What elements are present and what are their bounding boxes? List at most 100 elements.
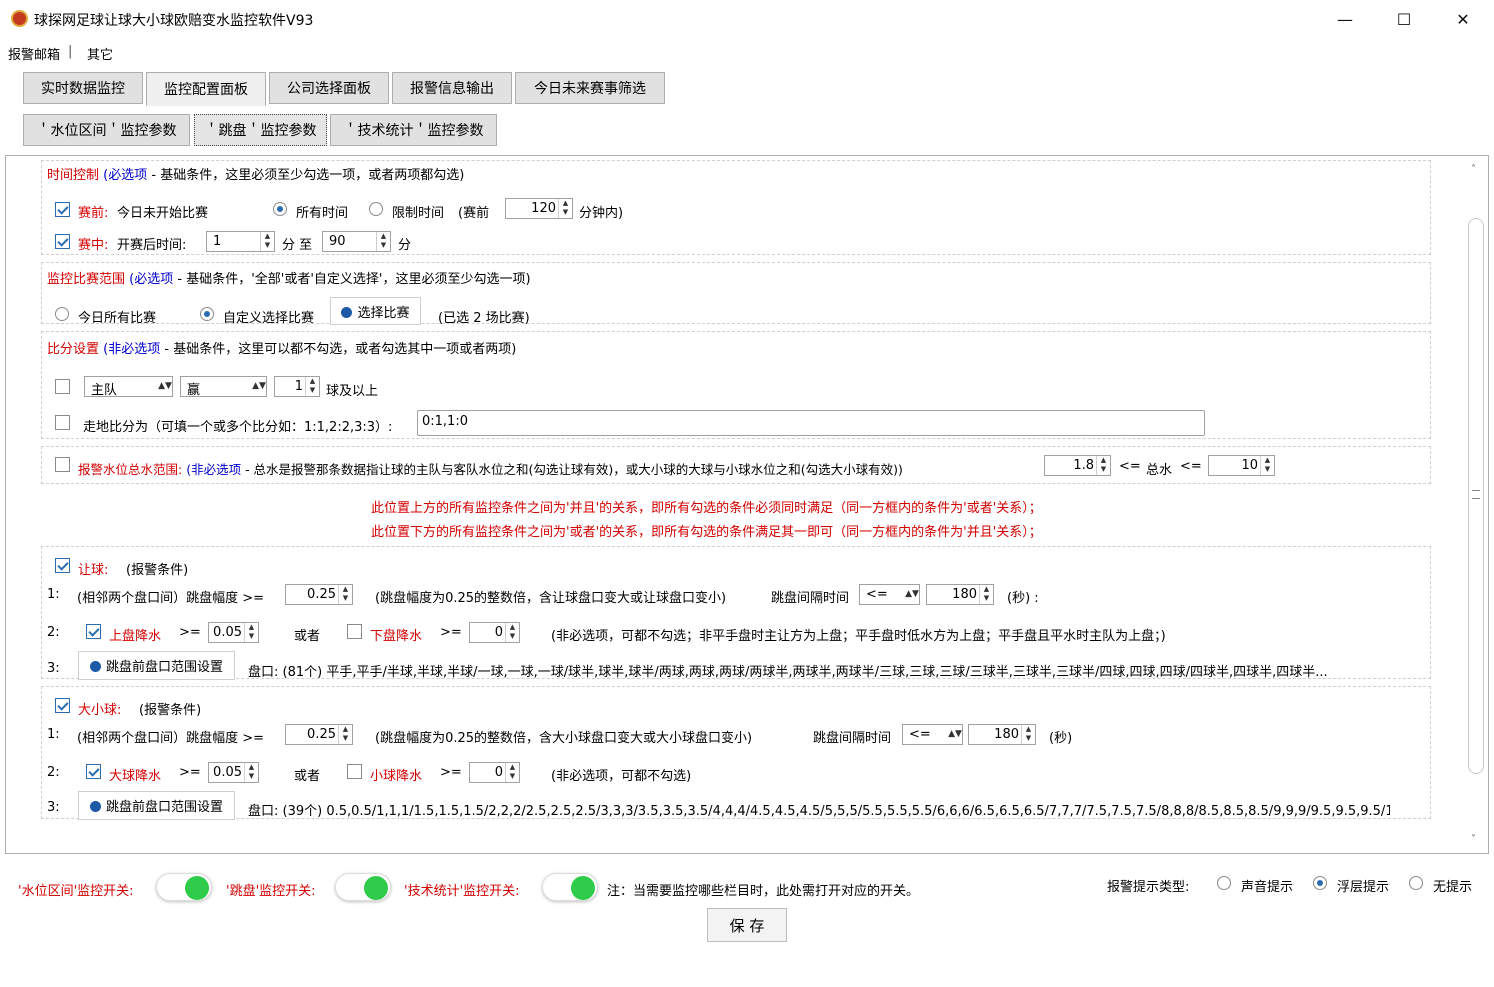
overunder-checkbox[interactable] (55, 698, 70, 713)
handicap-jump-spinner[interactable]: 0.25 ▲ ▼ (285, 584, 353, 605)
ou-interval-spinner[interactable]: 180 ▲ ▼ (968, 724, 1036, 745)
up-drop-spinner[interactable]: 0.05 ▲ ▼ (208, 622, 259, 643)
tech-stats-toggle[interactable] (542, 873, 598, 901)
down-drop-spinner[interactable]: 0 ▲ ▼ (469, 622, 520, 643)
scroll-down-icon[interactable]: ˅ (1471, 834, 1476, 845)
all-today-label: 今日所有比赛 (78, 311, 157, 326)
result-select[interactable]: 赢 ▲▼ (180, 376, 267, 398)
minute-unit: 分 (398, 238, 412, 253)
subtab-water-range[interactable]: ＇水位区间＇监控参数 (23, 114, 190, 146)
ou-ge-sign-1: >= (179, 765, 201, 780)
pre-match-checkbox[interactable] (55, 202, 70, 217)
handicap-cond: (报警条件) (126, 563, 189, 578)
tab-config[interactable]: 监控配置面板 (146, 72, 266, 106)
in-play-checkbox[interactable] (55, 234, 70, 249)
switch2-label: '跳盘'监控开关: (226, 884, 316, 899)
no-alert-radio[interactable] (1409, 876, 1423, 890)
pre-minutes-spinner[interactable]: 120 ▲ ▼ (505, 198, 573, 219)
total-water-max-spinner[interactable]: 10 ▲ ▼ (1208, 455, 1275, 476)
team-select[interactable]: 主队 ▲▼ (84, 376, 173, 398)
handicap-group (41, 546, 1431, 679)
to-label: 分 至 (282, 238, 313, 253)
tab-realtime[interactable]: 实时数据监控 (23, 72, 143, 104)
switch3-label: '技术统计'监控开关: (404, 884, 520, 899)
all-today-radio[interactable] (55, 307, 69, 321)
row-num-2: 2: (47, 625, 60, 640)
handicap-checkbox[interactable] (55, 558, 70, 573)
ou-ge-sign-2: >= (440, 765, 462, 780)
final-score-checkbox[interactable] (55, 415, 70, 430)
custom-select-label: 自定义选择比赛 (223, 311, 315, 326)
down-drop-checkbox[interactable] (347, 624, 362, 639)
goals-suffix: 球及以上 (326, 384, 379, 399)
score-heading: 比分设置 (非必选项 - 基础条件，这里可以都不勾选，或者勾选其中一项或者两项) (47, 342, 517, 357)
close-button[interactable]: ✕ (1440, 4, 1486, 34)
le-sign-2: <= (1180, 459, 1202, 474)
scroll-up-icon[interactable]: ˄ (1471, 164, 1476, 175)
limit-time-radio[interactable] (369, 202, 383, 216)
pre-match-label: 赛前: (78, 206, 109, 221)
total-water-checkbox[interactable] (55, 457, 70, 472)
handicap-range-text: 盘口: (81个) 平手,平手/半球,半球,半球/一球,一球,一球/球半,球半,… (248, 665, 1328, 680)
overunder-title: 大小球: (78, 703, 122, 718)
handicap-interval-label: 跳盘间隔时间 (771, 591, 850, 606)
small-drop-spinner[interactable]: 0 ▲ ▼ (469, 762, 520, 783)
overunder-cond: (报警条件) (139, 703, 202, 718)
panel-scrollbar[interactable]: ˄ ˅ (1466, 158, 1486, 852)
menu-separator: | (68, 44, 73, 59)
water-range-toggle[interactable] (156, 873, 212, 901)
select-matches-button[interactable]: 选择比赛 (330, 297, 421, 325)
menu-bar (0, 38, 1494, 66)
jump-toggle[interactable] (335, 873, 391, 901)
menu-alarm-email[interactable]: 报警邮箱 (8, 44, 60, 63)
ou-range-button[interactable]: 跳盘前盘口范围设置 (78, 791, 235, 820)
small-drop-checkbox[interactable] (347, 764, 362, 779)
handicap-range-button[interactable]: 跳盘前盘口范围设置 (78, 651, 235, 680)
handicap-interval-spinner[interactable]: 180 ▲ ▼ (926, 584, 994, 605)
big-drop-checkbox[interactable] (86, 764, 101, 779)
final-score-input[interactable]: 0:1,1:0 (417, 410, 1205, 436)
sound-alert-label: 声音提示 (1241, 880, 1294, 895)
float-alert-label: 浮层提示 (1337, 880, 1390, 895)
sound-alert-radio[interactable] (1217, 876, 1231, 890)
custom-select-radio[interactable] (200, 307, 214, 321)
ou-row-num-2: 2: (47, 765, 60, 780)
tab-future-filter[interactable]: 今日未来赛事筛选 (515, 72, 665, 104)
menu-other[interactable]: 其它 (87, 44, 113, 63)
final-score-label: 走地比分为（可填一个或多个比分如：1:1,2:2,3:3）: (83, 420, 393, 435)
score-checkbox[interactable] (55, 379, 70, 394)
from-minute-spinner[interactable]: 1 ▲ ▼ (206, 231, 275, 252)
subtab-tech-stats[interactable]: ＇技术统计＇监控参数 (330, 114, 497, 146)
tab-alarm-output[interactable]: 报警信息输出 (392, 72, 512, 104)
ou-op-select[interactable]: <= ▲▼ (902, 724, 963, 745)
all-time-radio[interactable] (273, 202, 287, 216)
in-play-label: 赛中: (78, 238, 109, 253)
app-logo-icon (11, 10, 28, 27)
big-drop-spinner[interactable]: 0.05 ▲ ▼ (208, 762, 259, 783)
ou-or-label: 或者 (294, 769, 321, 784)
goals-spinner[interactable]: 1 ▲ ▼ (274, 376, 320, 397)
ou-interval-unit: (秒) (1049, 731, 1073, 746)
to-minute-spinner[interactable]: 90 ▲ ▼ (322, 231, 391, 252)
alert-type-label: 报警提示类型: (1107, 880, 1190, 895)
window-title: 球探网足球让球大小球欧赔变水监控软件V93 (34, 13, 314, 29)
total-water-min-spinner[interactable]: 1.8 ▲ ▼ (1044, 455, 1111, 476)
ou-jump-spinner[interactable]: 0.25 ▲ ▼ (285, 724, 353, 745)
gear-icon (89, 661, 101, 672)
subtab-jump[interactable]: ＇跳盘＇监控参数 (194, 114, 327, 146)
gear-icon (341, 306, 353, 318)
minimize-button[interactable]: — (1322, 4, 1368, 34)
up-drop-checkbox[interactable] (86, 624, 101, 639)
save-button[interactable]: 保 存 (707, 908, 787, 942)
maximize-button[interactable]: ☐ (1381, 4, 1427, 34)
ou-interval-label: 跳盘间隔时间 (813, 731, 892, 746)
row-num-3: 3: (47, 661, 60, 676)
time-control-heading: 时间控制 (必选项 - 基础条件，这里必须至少勾选一项，或者两项都勾选) (47, 168, 465, 183)
handicap-op-select[interactable]: <= ▲▼ (859, 584, 920, 605)
switch1-label: '水位区间'监控开关: (18, 884, 134, 899)
tab-company[interactable]: 公司选择面板 (269, 72, 389, 104)
ou-jump-desc: (跳盘幅度为0.25的整数倍，含大小球盘口变大或大小球盘口变小) (375, 731, 753, 746)
float-alert-radio[interactable] (1313, 876, 1327, 890)
down-drop-label: 下盘降水 (370, 629, 423, 644)
handicap-interval-unit: (秒) : (1007, 591, 1039, 606)
